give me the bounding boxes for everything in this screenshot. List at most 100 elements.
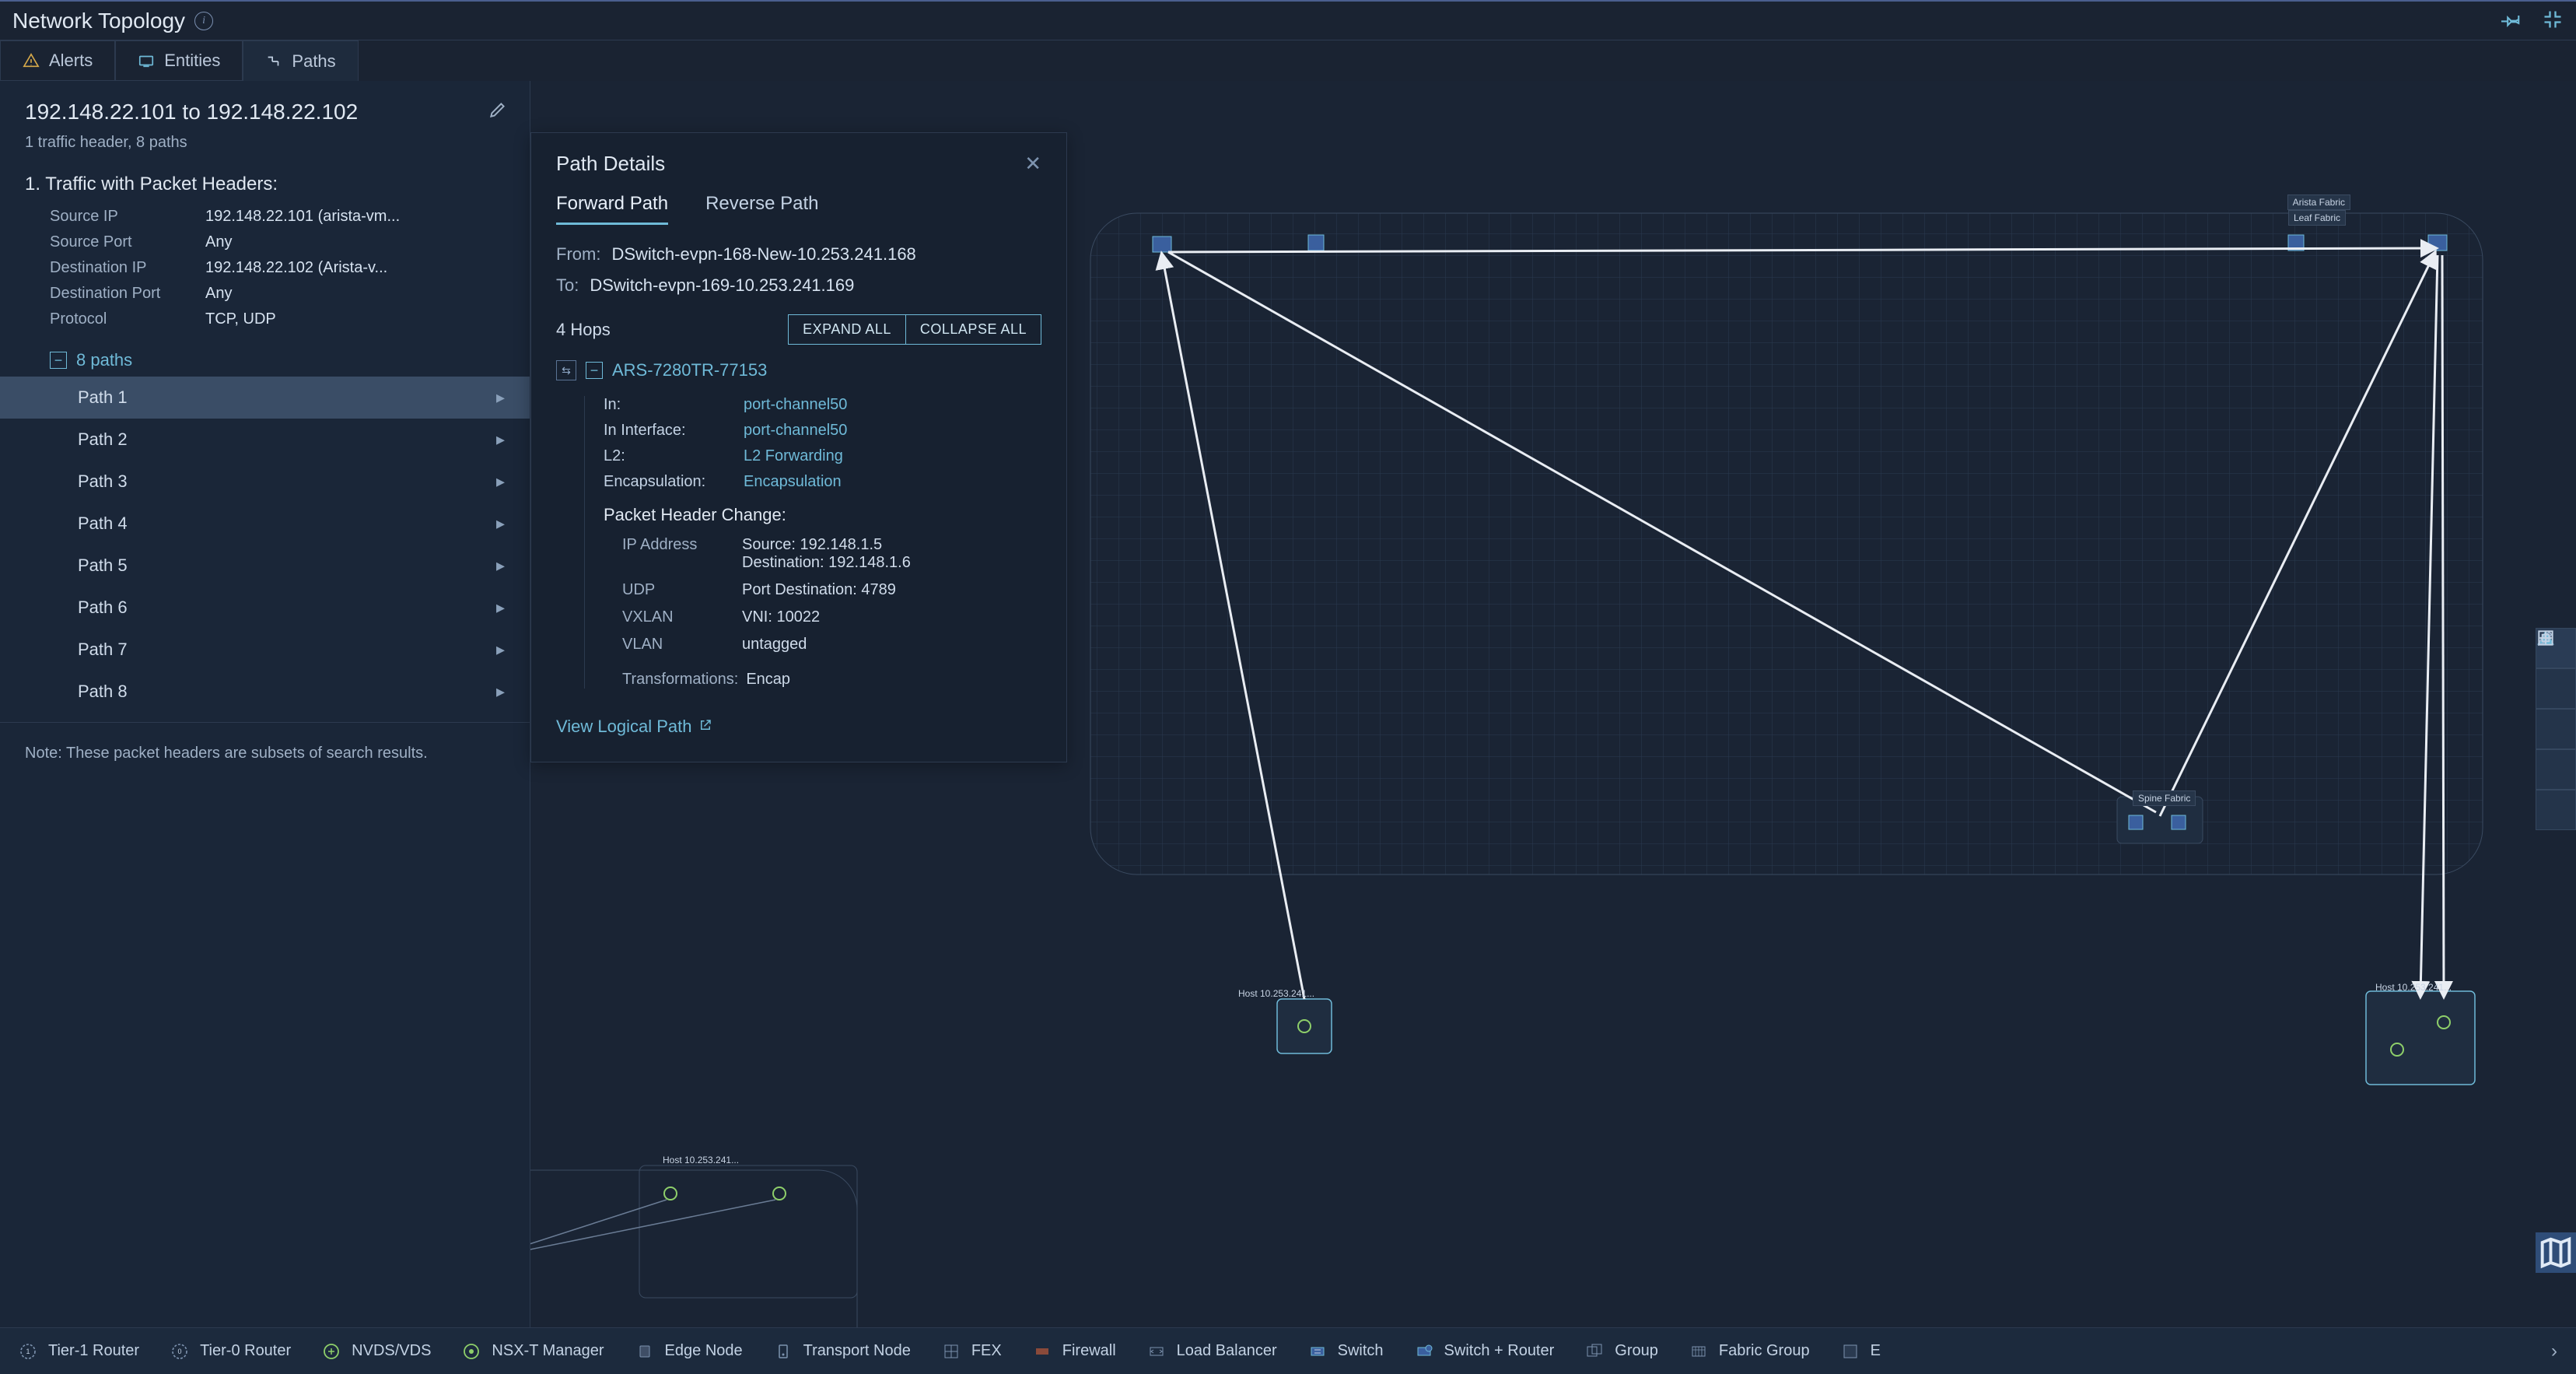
fabric-group-icon xyxy=(1689,1342,1708,1361)
host2-label: Host 10.253.241... xyxy=(2375,982,2452,993)
fit-screen[interactable] xyxy=(2536,790,2576,830)
v-iniface[interactable]: port-channel50 xyxy=(744,422,1041,440)
legend-firewall-label: Firewall xyxy=(1062,1342,1116,1360)
switch-router-icon xyxy=(1415,1342,1433,1361)
legend-switchrouter: Switch + Router xyxy=(1415,1342,1555,1361)
view-logical-path-link[interactable]: View Logical Path xyxy=(556,717,712,737)
legend-edge-label: Edge Node xyxy=(665,1342,743,1360)
legend-firewall: Firewall xyxy=(1033,1342,1116,1361)
query-summary: 1 traffic header, 8 paths xyxy=(0,134,530,164)
path-item-7[interactable]: Path 7 ▸ xyxy=(0,629,530,671)
v-in[interactable]: port-channel50 xyxy=(744,396,1041,414)
pkt-grid: IP Address Source: 192.148.1.5Destinatio… xyxy=(622,536,1041,654)
traffic-title: 1. Traffic with Packet Headers: xyxy=(25,174,505,195)
collapse-device-icon[interactable]: − xyxy=(586,362,603,379)
ip-dst: Destination: 192.148.1.6 xyxy=(742,554,911,571)
edge-node-icon xyxy=(635,1342,654,1361)
path-item-6[interactable]: Path 6▸ xyxy=(0,587,530,629)
legend-transport-label: Transport Node xyxy=(803,1342,911,1360)
group-icon xyxy=(1585,1342,1604,1361)
path-item-2[interactable]: Path 2▸ xyxy=(0,419,530,461)
chevron-right-icon: ▸ xyxy=(496,640,505,660)
from-v: DSwitch-evpn-168-New-10.253.241.168 xyxy=(611,244,915,265)
close-icon[interactable]: ✕ xyxy=(1024,152,1041,176)
legend-tier0-label: Tier-0 Router xyxy=(200,1342,291,1360)
hop-block: In: port-channel50 In Interface: port-ch… xyxy=(584,396,1041,689)
host3-label: Host 10.253.241... xyxy=(663,1155,739,1165)
path-item-3[interactable]: Path 3▸ xyxy=(0,461,530,503)
path-1-label: Path 1 xyxy=(78,387,128,408)
path-item-5[interactable]: Path 5 ▸ xyxy=(0,545,530,587)
tab-entities-label: Entities xyxy=(164,51,220,71)
path-item-1[interactable]: Path 1▸ xyxy=(0,377,530,419)
path-7-label: Path 7 xyxy=(78,640,128,660)
device-row[interactable]: ⇆ − ARS-7280TR-77153 xyxy=(556,360,1041,380)
hops-row: 4 Hops EXPAND ALL COLLAPSE ALL xyxy=(556,314,1041,345)
legend-lb-label: Load Balancer xyxy=(1177,1342,1277,1360)
path-5-label: Path 5 xyxy=(78,556,128,576)
tier1-router-icon: 1 xyxy=(19,1342,37,1361)
info-icon[interactable]: i xyxy=(194,12,213,30)
tab-reverse[interactable]: Reverse Path xyxy=(705,193,818,225)
left-panel: 192.148.22.101 to 192.148.22.102 1 traff… xyxy=(0,81,530,1327)
v-encap[interactable]: Encapsulation xyxy=(744,473,1041,491)
edit-tool[interactable] xyxy=(2536,668,2576,709)
details-title: Path Details xyxy=(556,152,665,176)
tab-alerts[interactable]: Alerts xyxy=(0,40,115,81)
legend-group: Group xyxy=(1585,1342,1658,1361)
device-name[interactable]: ARS-7280TR-77153 xyxy=(612,360,767,380)
switch-icon xyxy=(1308,1342,1327,1361)
legend-transport: Transport Node xyxy=(774,1342,911,1361)
arista-fabric-label: Arista Fabric xyxy=(2287,195,2350,210)
k-dst-port: Destination Port xyxy=(50,285,205,303)
collapse-icon[interactable] xyxy=(2542,9,2564,33)
expand-all-button[interactable]: EXPAND ALL xyxy=(788,314,906,345)
switch-icon: ⇆ xyxy=(556,360,576,380)
tab-entities[interactable]: Entities xyxy=(115,40,243,81)
minimap-toggle[interactable] xyxy=(2536,1232,2576,1273)
leaf-fabric-label: Leaf Fabric xyxy=(2288,210,2346,226)
k-vxlan: VXLAN xyxy=(622,608,723,626)
legend-switch: Switch xyxy=(1308,1342,1384,1361)
zoom-in[interactable] xyxy=(2536,709,2576,749)
zoom-out[interactable] xyxy=(2536,749,2576,790)
legend-group-label: Group xyxy=(1615,1342,1658,1360)
page-title: Network Topology xyxy=(12,9,185,33)
path-item-4[interactable]: Path 4▸ xyxy=(0,503,530,545)
tier0-router-icon: 0 xyxy=(170,1342,189,1361)
legend-tier1-label: Tier-1 Router xyxy=(48,1342,139,1360)
edit-icon[interactable] xyxy=(488,100,508,122)
k-l2: L2: xyxy=(604,447,744,465)
path-6-label: Path 6 xyxy=(78,598,128,618)
collapse-paths-icon[interactable]: − xyxy=(50,352,67,369)
traffic-kv: Source IP 192.148.22.101 (arista-vm... S… xyxy=(25,208,505,328)
external-link-icon xyxy=(698,717,712,737)
legend-fex-label: FEX xyxy=(971,1342,1002,1360)
transformations: Transformations: Encap xyxy=(622,671,1041,689)
collapse-all-button[interactable]: COLLAPSE ALL xyxy=(906,314,1041,345)
path-8-label: Path 8 xyxy=(78,682,128,702)
legend-nsxt: NSX-T Manager xyxy=(462,1342,604,1361)
path-3-label: Path 3 xyxy=(78,471,128,492)
k-transf: Transformations: xyxy=(622,671,738,689)
legend-fex: FEX xyxy=(942,1342,1002,1361)
fex-icon xyxy=(942,1342,961,1361)
legend-switchrouter-label: Switch + Router xyxy=(1444,1342,1555,1360)
host1-label: Host 10.253.241... xyxy=(1238,988,1314,999)
legend-scroll-right[interactable]: › xyxy=(2551,1341,2557,1362)
tab-paths[interactable]: Paths xyxy=(243,40,358,81)
v-l2[interactable]: L2 Forwarding xyxy=(744,447,1041,465)
paths-header[interactable]: − 8 paths xyxy=(0,338,530,377)
esx-icon xyxy=(1841,1342,1860,1361)
details-subtabs: Forward Path Reverse Path xyxy=(556,193,1041,226)
chevron-right-icon: ▸ xyxy=(496,556,505,576)
tab-forward[interactable]: Forward Path xyxy=(556,193,668,225)
pin-icon[interactable] xyxy=(2501,9,2523,33)
path-item-8[interactable]: Path 8▸ xyxy=(0,671,530,713)
v-udp: Port Destination: 4789 xyxy=(742,581,1041,599)
firewall-icon xyxy=(1033,1342,1052,1361)
k-src-port: Source Port xyxy=(50,233,205,251)
topbar: Network Topology i xyxy=(0,0,2576,40)
v-proto: TCP, UDP xyxy=(205,310,505,328)
k-ipaddr: IP Address xyxy=(622,536,723,572)
